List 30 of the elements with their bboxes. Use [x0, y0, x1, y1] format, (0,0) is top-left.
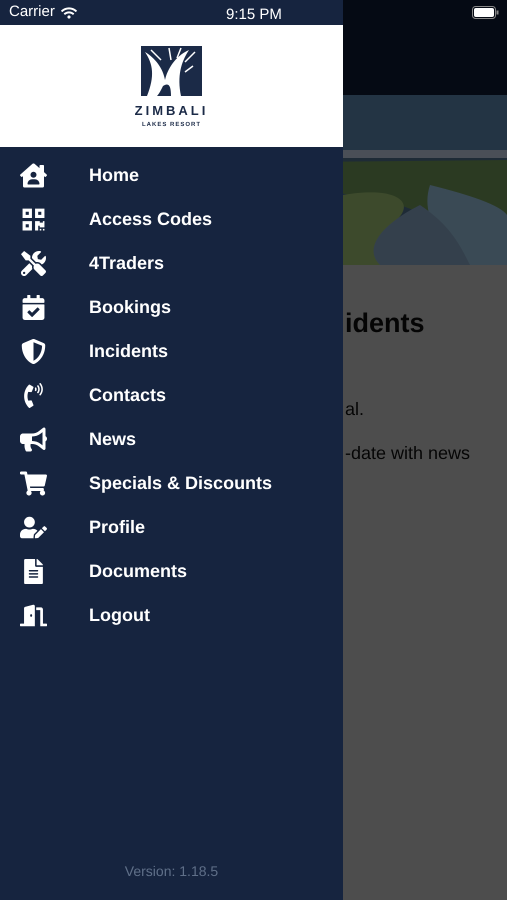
user-edit-icon	[20, 514, 47, 540]
page-heading: idents	[345, 307, 426, 340]
version-label: Version: 1.18.5	[124, 862, 218, 881]
qr-code-icon	[20, 206, 47, 232]
logo-name: ZIMBALI	[134, 102, 208, 120]
tools-icon	[20, 250, 47, 276]
menu-item[interactable]: Documents	[0, 549, 343, 593]
shield-icon	[20, 338, 47, 364]
carrier-label: Carrier	[9, 2, 55, 22]
wifi-icon	[60, 6, 77, 20]
menu-item[interactable]: Home	[0, 153, 343, 197]
megaphone-icon	[20, 426, 47, 452]
battery-icon	[472, 6, 499, 19]
menu-item[interactable]: Bookings	[0, 285, 343, 329]
menu-item[interactable]: Contacts	[0, 373, 343, 417]
menu-item[interactable]: 4Traders	[0, 241, 343, 285]
tree-logo-icon	[141, 46, 202, 96]
menu-item[interactable]: Access Codes	[0, 197, 343, 241]
calendar-check-icon	[20, 294, 47, 320]
menu-item[interactable]: Profile	[0, 505, 343, 549]
page-text: al.	[345, 398, 366, 420]
house-user-icon	[20, 162, 47, 188]
cart-icon	[20, 470, 47, 496]
menu-item[interactable]: Incidents	[0, 329, 343, 373]
menu-item[interactable]: Specials & Discounts	[0, 461, 343, 505]
status-time: 9:15 PM	[226, 5, 282, 25]
menu-item[interactable]: News	[0, 417, 343, 461]
door-icon	[20, 602, 47, 628]
page-text: -date with news	[345, 442, 472, 464]
menu-item[interactable]: Logout	[0, 593, 343, 637]
